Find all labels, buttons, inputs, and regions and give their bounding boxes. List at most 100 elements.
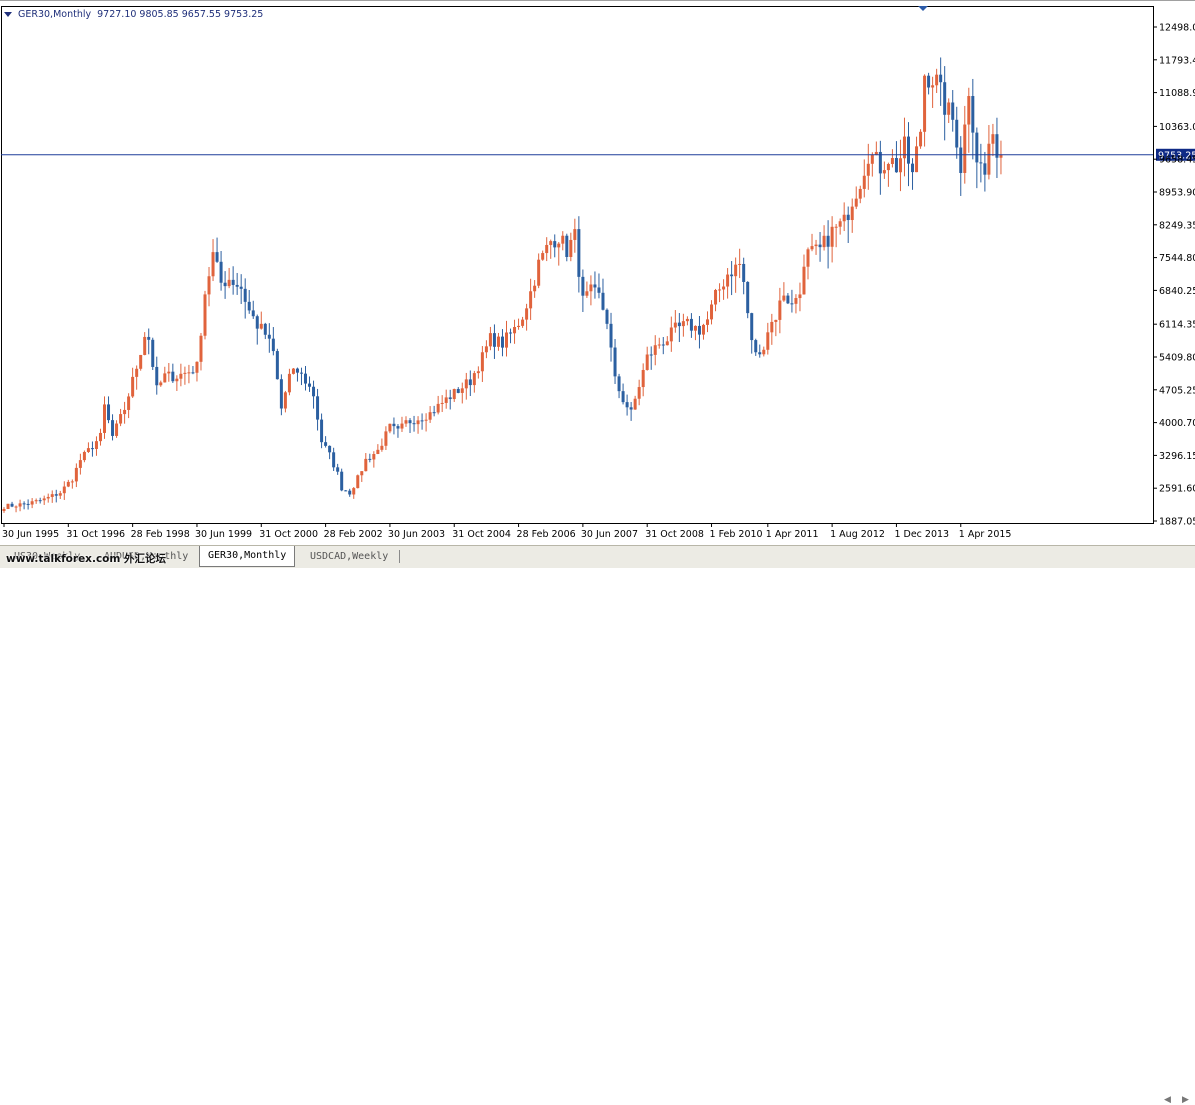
price-tick-label: 5409.80 bbox=[1159, 352, 1195, 363]
candle-body bbox=[320, 419, 324, 443]
candle-body bbox=[468, 379, 472, 386]
candle-body bbox=[159, 382, 163, 386]
candle-body bbox=[404, 420, 408, 424]
candle-body bbox=[979, 162, 983, 164]
candle-body bbox=[677, 322, 681, 327]
chart-header: GER30,Monthly 9727.10 9805.85 9657.55 97… bbox=[4, 7, 263, 21]
candle-body bbox=[931, 85, 935, 88]
candle-body bbox=[625, 402, 629, 408]
candle-body bbox=[251, 310, 255, 317]
candle-body bbox=[665, 341, 669, 346]
candle-body bbox=[967, 96, 971, 125]
scroll-right-icon[interactable]: ▶ bbox=[1182, 1095, 1189, 1105]
candle-body bbox=[316, 396, 320, 420]
candle-body bbox=[115, 423, 119, 436]
price-tick-label: 8953.90 bbox=[1159, 187, 1195, 198]
candle-body bbox=[66, 481, 70, 487]
candle-body bbox=[854, 198, 858, 207]
candle-body bbox=[360, 471, 364, 476]
time-tick-label: 1 Apr 2015 bbox=[959, 529, 1012, 540]
candle-body bbox=[143, 336, 147, 355]
chart-window[interactable]: 9753.25 12498.00 11793.45 11088.90 10363.00… bbox=[0, 0, 1195, 546]
candle-body bbox=[637, 387, 641, 399]
candle-body bbox=[569, 239, 573, 257]
chart-shift-marker[interactable] bbox=[918, 6, 928, 11]
candle-body bbox=[299, 372, 303, 374]
shift-triangle-icon[interactable] bbox=[918, 6, 928, 11]
candle-body bbox=[400, 423, 404, 429]
tab-ger30-monthly[interactable]: GER30,Monthly bbox=[199, 546, 296, 567]
triangle-down-icon[interactable] bbox=[4, 11, 12, 17]
candle-body bbox=[452, 389, 456, 400]
candle-body bbox=[86, 448, 90, 452]
candle-body bbox=[971, 96, 975, 133]
candle-body bbox=[332, 452, 336, 468]
candle-body bbox=[171, 371, 175, 382]
candle-body bbox=[223, 282, 227, 287]
price-chart[interactable]: 9753.25 12498.00 11793.45 11088.90 10363.00… bbox=[0, 1, 1195, 546]
candle-body bbox=[123, 409, 127, 415]
candle-body bbox=[456, 389, 460, 393]
candle-body bbox=[750, 313, 754, 341]
candle-body bbox=[476, 371, 480, 374]
candle-body bbox=[247, 301, 251, 311]
candle-body bbox=[947, 102, 951, 115]
candle-body bbox=[46, 496, 50, 499]
candle-body bbox=[754, 340, 758, 353]
chart-tabs-bar: US30,Weekly AUDUSD,Monthly GER30,Monthly… bbox=[0, 545, 1195, 1105]
candle-body bbox=[263, 323, 267, 335]
candle-body bbox=[90, 448, 94, 450]
price-tick-label: 9658.45 bbox=[1159, 155, 1195, 166]
candle-body bbox=[521, 319, 525, 326]
candle-body bbox=[139, 354, 143, 369]
candle-body bbox=[935, 74, 939, 86]
candle-body bbox=[577, 229, 581, 277]
candle-body bbox=[898, 158, 902, 173]
tab-usdcad-weekly[interactable]: USDCAD,Weekly bbox=[302, 548, 396, 565]
candle-body bbox=[70, 481, 74, 483]
candle-body bbox=[846, 214, 850, 221]
candle-body bbox=[601, 292, 605, 310]
candle-body bbox=[388, 423, 392, 432]
time-tick-label: 30 Jun 1995 bbox=[2, 529, 59, 540]
price-tick-label: 8249.35 bbox=[1159, 220, 1195, 231]
candle-body bbox=[62, 486, 66, 494]
time-tick-label: 1 Apr 2011 bbox=[766, 529, 819, 540]
candle-body bbox=[356, 475, 360, 489]
candle-body bbox=[428, 412, 432, 420]
candle-body bbox=[810, 246, 814, 250]
time-tick-label: 30 Jun 2003 bbox=[388, 529, 445, 540]
time-tick-label: 1 Dec 2013 bbox=[894, 529, 949, 540]
candle-body bbox=[838, 221, 842, 227]
candle-body bbox=[207, 276, 211, 295]
candle-body bbox=[243, 288, 247, 302]
candle-body bbox=[794, 298, 798, 304]
candle-body bbox=[726, 274, 730, 287]
candle-body bbox=[697, 325, 701, 335]
candle-body bbox=[219, 261, 223, 283]
candle-body bbox=[870, 154, 874, 164]
tab-divider bbox=[399, 550, 400, 563]
candle-body bbox=[701, 324, 705, 335]
candle-body bbox=[279, 379, 283, 409]
candle-body bbox=[886, 163, 890, 171]
candle-body bbox=[155, 366, 159, 386]
candle-body bbox=[525, 308, 529, 320]
candle-body bbox=[593, 284, 597, 288]
candle-body bbox=[195, 361, 199, 373]
candle-body bbox=[380, 445, 384, 450]
candle-body bbox=[818, 244, 822, 248]
candle-body bbox=[923, 75, 927, 132]
candle-body bbox=[995, 134, 999, 158]
candle-body bbox=[78, 460, 82, 468]
candle-body bbox=[605, 309, 609, 324]
candle-body bbox=[412, 423, 416, 425]
candle-body bbox=[34, 500, 38, 502]
candle-body bbox=[597, 287, 601, 293]
candle-body bbox=[312, 386, 316, 397]
candle-body bbox=[484, 346, 488, 353]
price-axis[interactable]: 12498.00 11793.45 11088.90 10363.00 9658.45 8… bbox=[1153, 23, 1195, 528]
scroll-left-icon[interactable]: ◀ bbox=[1164, 1095, 1171, 1105]
time-axis[interactable]: 30 Jun 1995 31 Oct 1996 28 Feb 1998 30 Jun … bbox=[2, 523, 1011, 540]
candle-body bbox=[537, 259, 541, 286]
